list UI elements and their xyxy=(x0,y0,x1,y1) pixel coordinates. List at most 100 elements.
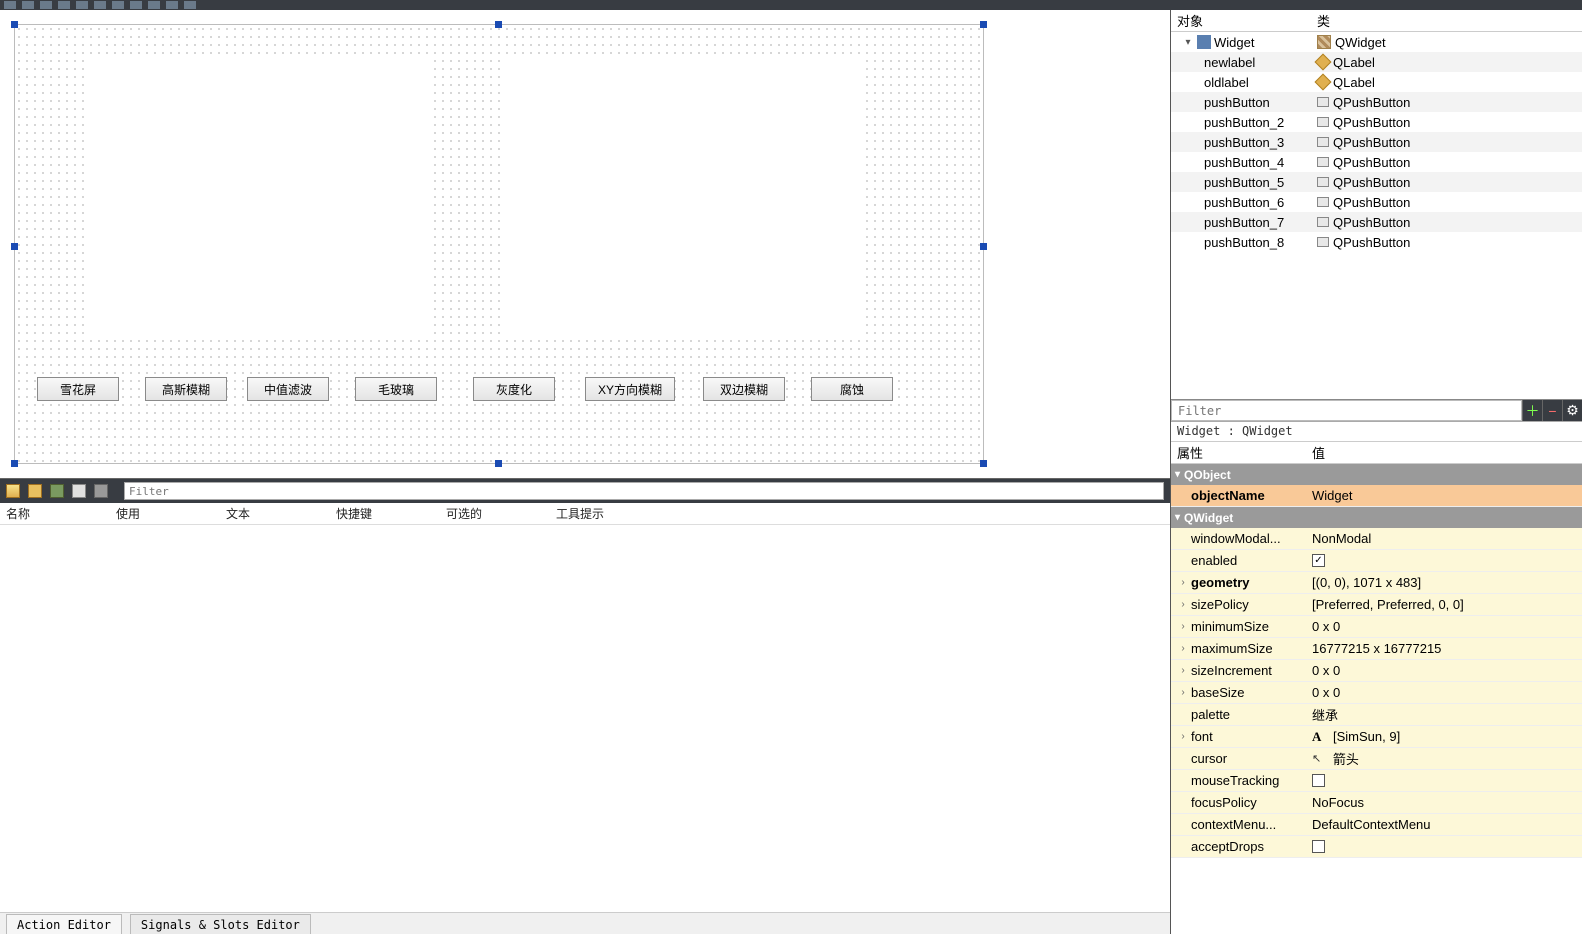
configure-property-button[interactable]: ⚙ xyxy=(1562,400,1582,421)
col-used[interactable]: 使用 xyxy=(110,503,220,524)
object-name: pushButton xyxy=(1204,95,1270,110)
prop-sizeincrement[interactable]: ›sizeIncrement0 x 0 xyxy=(1171,660,1582,682)
widget-icon xyxy=(1197,35,1211,49)
chevron-right-icon[interactable]: › xyxy=(1177,599,1189,610)
chevron-right-icon[interactable]: › xyxy=(1177,621,1189,632)
object-tree-row[interactable]: ▾WidgetQWidget xyxy=(1171,32,1582,52)
prop-mousetracking[interactable]: mouseTracking xyxy=(1171,770,1582,792)
remove-property-button[interactable]: − xyxy=(1542,400,1562,421)
button-icon xyxy=(1317,117,1329,127)
pushbutton-widget[interactable]: 雪花屏 xyxy=(37,377,119,401)
oi-header-object[interactable]: 对象 xyxy=(1171,11,1311,30)
button-icon xyxy=(1317,217,1329,227)
pushbutton-widget[interactable]: 毛玻璃 xyxy=(355,377,437,401)
toolbar-icon[interactable] xyxy=(40,1,52,9)
add-property-button[interactable]: ＋ xyxy=(1522,400,1542,421)
action-editor-toolbar xyxy=(0,479,1170,503)
new-action-icon[interactable] xyxy=(6,484,20,498)
configure-icon[interactable] xyxy=(94,484,108,498)
prop-objectname[interactable]: objectNameWidget xyxy=(1171,485,1582,507)
prop-contextmenu[interactable]: contextMenu...DefaultContextMenu xyxy=(1171,814,1582,836)
toolbar-icon[interactable] xyxy=(148,1,160,9)
object-name: pushButton_7 xyxy=(1204,215,1284,230)
toolbar-icon[interactable] xyxy=(58,1,70,9)
toolbar-icon[interactable] xyxy=(166,1,178,9)
checkbox-icon[interactable]: ✓ xyxy=(1312,554,1325,567)
prop-focuspolicy[interactable]: focusPolicyNoFocus xyxy=(1171,792,1582,814)
toolbar-icon[interactable] xyxy=(94,1,106,9)
chevron-right-icon[interactable]: › xyxy=(1177,687,1189,698)
object-tree-row[interactable]: pushButton_7QPushButton xyxy=(1171,212,1582,232)
col-text[interactable]: 文本 xyxy=(220,503,330,524)
tab-action-editor[interactable]: Action Editor xyxy=(6,914,122,934)
prop-minimumsize[interactable]: ›minimumSize0 x 0 xyxy=(1171,616,1582,638)
object-tree-row[interactable]: pushButton_8 QPushButton xyxy=(1171,232,1582,252)
folder-icon[interactable] xyxy=(28,484,42,498)
object-tree-row[interactable]: newlabelQLabel xyxy=(1171,52,1582,72)
pushbutton-widget[interactable]: 中值滤波 xyxy=(247,377,329,401)
widget-form[interactable]: 雪花屏 高斯模糊中值滤波 毛玻璃 灰度化 XY方向模糊 双边模糊 腐蚀 xyxy=(14,24,984,464)
col-tooltip[interactable]: 工具提示 xyxy=(550,503,1170,524)
prop-basesize[interactable]: ›baseSize0 x 0 xyxy=(1171,682,1582,704)
button-icon xyxy=(1317,137,1329,147)
prop-geometry[interactable]: ›geometry[(0, 0), 1071 x 483] xyxy=(1171,572,1582,594)
pushbutton-widget[interactable]: 腐蚀 xyxy=(811,377,893,401)
prop-maximumsize[interactable]: ›maximumSize16777215 x 16777215 xyxy=(1171,638,1582,660)
property-filter-input[interactable] xyxy=(1171,400,1522,421)
label-icon xyxy=(1315,74,1332,91)
object-name: oldlabel xyxy=(1204,75,1249,90)
object-class: QWidget xyxy=(1335,35,1386,50)
pe-header-prop[interactable]: 属性 xyxy=(1171,443,1306,462)
prop-windowmodality[interactable]: windowModal...NonModal xyxy=(1171,528,1582,550)
toolbar-icon[interactable] xyxy=(184,1,196,9)
object-tree-row[interactable]: pushButtonQPushButton xyxy=(1171,92,1582,112)
oi-header-class[interactable]: 类 xyxy=(1311,11,1582,30)
toolbar-icon[interactable] xyxy=(112,1,124,9)
copy-action-icon[interactable] xyxy=(50,484,64,498)
prop-sizepolicy[interactable]: ›sizePolicy[Preferred, Preferred, 0, 0] xyxy=(1171,594,1582,616)
object-tree-row[interactable]: pushButton_6QPushButton xyxy=(1171,192,1582,212)
delete-action-icon[interactable] xyxy=(72,484,86,498)
toolbar-icon[interactable] xyxy=(4,1,16,9)
col-shortcut[interactable]: 快捷键 xyxy=(330,503,440,524)
tab-signals-slots[interactable]: Signals & Slots Editor xyxy=(130,914,311,934)
pushbutton-widget[interactable]: 双边模糊 xyxy=(703,377,785,401)
oldlabel-widget[interactable] xyxy=(87,59,433,339)
chevron-right-icon[interactable]: › xyxy=(1177,643,1189,654)
prop-palette[interactable]: palette继承 xyxy=(1171,704,1582,726)
pushbutton-widget[interactable]: XY方向模糊 xyxy=(585,377,675,401)
chevron-down-icon[interactable]: ▾ xyxy=(1182,36,1194,48)
object-inspector: 对象 类 ▾WidgetQWidgetnewlabelQLabeloldlabe… xyxy=(1171,10,1582,400)
chevron-right-icon[interactable]: › xyxy=(1177,665,1189,676)
col-name[interactable]: 名称 xyxy=(0,503,110,524)
action-filter-input[interactable] xyxy=(124,482,1164,500)
object-tree-row[interactable]: pushButton_3QPushButton xyxy=(1171,132,1582,152)
checkbox-icon[interactable] xyxy=(1312,840,1325,853)
prop-enabled[interactable]: enabled✓ xyxy=(1171,550,1582,572)
object-tree-row[interactable]: oldlabelQLabel xyxy=(1171,72,1582,92)
form-designer-canvas[interactable]: 雪花屏 高斯模糊中值滤波 毛玻璃 灰度化 XY方向模糊 双边模糊 腐蚀 xyxy=(0,10,1170,478)
object-tree-row[interactable]: pushButton_5QPushButton xyxy=(1171,172,1582,192)
prop-font[interactable]: ›fontA [SimSun, 9] xyxy=(1171,726,1582,748)
toolbar-icon[interactable] xyxy=(76,1,88,9)
pushbutton-widget[interactable]: 灰度化 xyxy=(473,377,555,401)
checkbox-icon[interactable] xyxy=(1312,774,1325,787)
toolbar-icon[interactable] xyxy=(130,1,142,9)
property-class-label: Widget : QWidget xyxy=(1171,422,1582,442)
object-tree-row[interactable]: pushButton_4QPushButton xyxy=(1171,152,1582,172)
object-name: pushButton_8 xyxy=(1204,235,1284,250)
section-qobject[interactable]: ▾QObject xyxy=(1171,464,1582,485)
chevron-right-icon[interactable]: › xyxy=(1177,731,1189,742)
col-checkable[interactable]: 可选的 xyxy=(440,503,550,524)
newlabel-widget[interactable] xyxy=(503,59,863,339)
toolbar-icon[interactable] xyxy=(22,1,34,9)
object-class: QPushButton xyxy=(1333,235,1410,250)
prop-acceptdrops[interactable]: acceptDrops xyxy=(1171,836,1582,858)
section-qwidget[interactable]: ▾QWidget xyxy=(1171,507,1582,528)
chevron-right-icon[interactable]: › xyxy=(1177,577,1189,588)
pe-header-val[interactable]: 值 xyxy=(1306,443,1582,462)
pushbutton-widget[interactable]: 高斯模糊 xyxy=(145,377,227,401)
object-name: pushButton_5 xyxy=(1204,175,1284,190)
object-tree-row[interactable]: pushButton_2QPushButton xyxy=(1171,112,1582,132)
prop-cursor[interactable]: cursor↖ 箭头 xyxy=(1171,748,1582,770)
